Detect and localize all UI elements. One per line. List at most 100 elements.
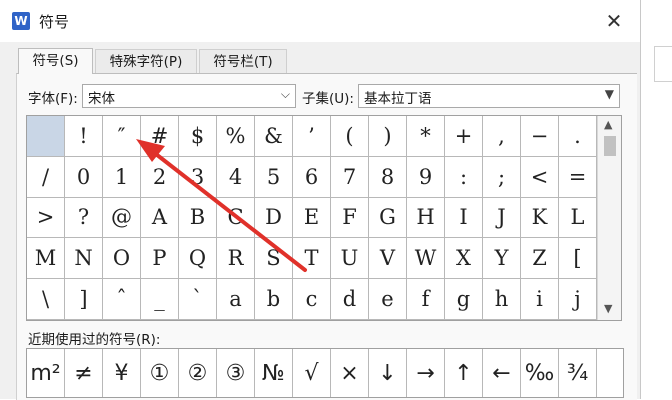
symbol-cell[interactable]: H bbox=[407, 197, 445, 239]
symbol-cell[interactable]: S bbox=[255, 238, 293, 280]
symbol-cell[interactable]: ! bbox=[65, 116, 103, 157]
subset-select[interactable]: 基本拉丁语 ▼ bbox=[358, 84, 620, 108]
symbol-cell[interactable]: 0 bbox=[65, 156, 103, 198]
symbol-cell[interactable]: O bbox=[103, 238, 141, 280]
symbol-cell[interactable]: : bbox=[445, 156, 483, 198]
recent-symbol-cell[interactable]: ‰ bbox=[521, 349, 559, 397]
symbol-cell[interactable]: b bbox=[255, 279, 293, 320]
symbol-cell[interactable]: W bbox=[407, 238, 445, 280]
scroll-down-icon[interactable]: ▼ bbox=[604, 302, 612, 315]
symbol-cell[interactable]: # bbox=[141, 116, 179, 157]
symbol-cell[interactable]: U bbox=[331, 238, 369, 280]
symbol-cell[interactable]: R bbox=[217, 238, 255, 280]
recent-symbol-cell[interactable]: ② bbox=[179, 349, 217, 397]
symbol-cell[interactable]: L bbox=[559, 197, 597, 239]
symbol-cell[interactable]: ` bbox=[179, 279, 217, 320]
recent-symbol-cell[interactable]: √ bbox=[293, 349, 331, 397]
symbol-cell[interactable]: Y bbox=[483, 238, 521, 280]
symbol-cell[interactable]: 4 bbox=[217, 156, 255, 198]
symbol-cell[interactable]: T bbox=[293, 238, 331, 280]
symbol-cell[interactable]: _ bbox=[141, 279, 179, 320]
symbol-cell[interactable]: K bbox=[521, 197, 559, 239]
symbol-grid-scrollbar[interactable]: ▲ ▼ bbox=[597, 116, 621, 320]
symbol-cell[interactable]: \ bbox=[27, 279, 65, 320]
symbol-cell[interactable]: D bbox=[255, 197, 293, 239]
recent-symbol-cell[interactable]: ↑ bbox=[445, 349, 483, 397]
tab-special-characters[interactable]: 特殊字符(P) bbox=[95, 49, 197, 73]
tab-symbols[interactable]: 符号(S) bbox=[18, 48, 93, 74]
symbol-cell[interactable]: 5 bbox=[255, 156, 293, 198]
symbol-cell[interactable]: ″ bbox=[103, 116, 141, 157]
symbol-cell[interactable]: ; bbox=[483, 156, 521, 198]
symbol-cell[interactable]: C bbox=[217, 197, 255, 239]
recent-symbol-cell[interactable]: → bbox=[407, 349, 445, 397]
recent-symbol-cell[interactable]: ≠ bbox=[65, 349, 103, 397]
symbol-cell[interactable]: 3 bbox=[179, 156, 217, 198]
symbol-cell[interactable]: B bbox=[179, 197, 217, 239]
symbol-cell[interactable]: 9 bbox=[407, 156, 445, 198]
scroll-up-icon[interactable]: ▲ bbox=[604, 118, 612, 131]
tab-symbol-bar[interactable]: 符号栏(T) bbox=[199, 49, 287, 73]
symbol-cell[interactable]: + bbox=[445, 116, 483, 157]
symbol-cell[interactable]: X bbox=[445, 238, 483, 280]
symbol-cell[interactable]: A bbox=[141, 197, 179, 239]
recent-symbol-cell[interactable]: ① bbox=[141, 349, 179, 397]
symbol-cell[interactable]: $ bbox=[179, 116, 217, 157]
symbol-cell[interactable]: I bbox=[445, 197, 483, 239]
symbol-cell[interactable]: V bbox=[369, 238, 407, 280]
symbol-cell[interactable]: ( bbox=[331, 116, 369, 157]
symbol-cell[interactable]: F bbox=[331, 197, 369, 239]
recent-symbol-cell[interactable]: m² bbox=[27, 349, 65, 397]
symbol-cell[interactable]: j bbox=[559, 279, 597, 320]
symbol-cell[interactable]: * bbox=[407, 116, 445, 157]
recent-symbol-cell[interactable]: ← bbox=[483, 349, 521, 397]
symbol-cell[interactable]: N bbox=[65, 238, 103, 280]
symbol-cell[interactable]: ] bbox=[65, 279, 103, 320]
symbol-cell[interactable]: & bbox=[255, 116, 293, 157]
symbol-cell[interactable]: / bbox=[27, 156, 65, 198]
scrollbar-thumb[interactable] bbox=[604, 136, 616, 156]
symbol-cell[interactable]: > bbox=[27, 197, 65, 239]
symbol-cell[interactable]: ’ bbox=[293, 116, 331, 157]
close-icon[interactable]: ✕ bbox=[597, 8, 631, 34]
symbol-cell[interactable]: E bbox=[293, 197, 331, 239]
recent-symbol-cell[interactable]: × bbox=[331, 349, 369, 397]
symbol-cell[interactable] bbox=[27, 116, 65, 157]
recent-symbol-cell[interactable]: ③ bbox=[217, 349, 255, 397]
symbol-cell[interactable]: Q bbox=[179, 238, 217, 280]
symbol-cell[interactable]: @ bbox=[103, 197, 141, 239]
symbol-cell[interactable]: d bbox=[331, 279, 369, 320]
symbol-cell[interactable]: G bbox=[369, 197, 407, 239]
symbol-cell[interactable]: % bbox=[217, 116, 255, 157]
symbol-cell[interactable]: i bbox=[521, 279, 559, 320]
recent-symbol-cell[interactable]: ↓ bbox=[369, 349, 407, 397]
symbol-cell[interactable]: g bbox=[445, 279, 483, 320]
symbol-cell[interactable]: e bbox=[369, 279, 407, 320]
symbol-cell[interactable]: c bbox=[293, 279, 331, 320]
symbol-cell[interactable]: [ bbox=[559, 238, 597, 280]
symbol-cell[interactable]: < bbox=[521, 156, 559, 198]
symbol-cell[interactable]: P bbox=[141, 238, 179, 280]
symbol-cell[interactable]: = bbox=[559, 156, 597, 198]
symbol-cell[interactable]: 6 bbox=[293, 156, 331, 198]
symbol-cell[interactable]: − bbox=[521, 116, 559, 157]
symbol-cell[interactable]: f bbox=[407, 279, 445, 320]
symbol-cell[interactable]: ˆ bbox=[103, 279, 141, 320]
recent-symbol-cell[interactable]: № bbox=[255, 349, 293, 397]
recent-symbol-cell[interactable]: ¥ bbox=[103, 349, 141, 397]
symbol-cell[interactable]: ? bbox=[65, 197, 103, 239]
symbol-cell[interactable]: h bbox=[483, 279, 521, 320]
symbol-cell[interactable]: Z bbox=[521, 238, 559, 280]
symbol-cell[interactable]: 1 bbox=[103, 156, 141, 198]
symbol-cell[interactable]: a bbox=[217, 279, 255, 320]
symbol-cell[interactable]: . bbox=[559, 116, 597, 157]
symbol-cell[interactable]: 8 bbox=[369, 156, 407, 198]
symbol-cell[interactable]: , bbox=[483, 116, 521, 157]
symbol-cell[interactable]: 2 bbox=[141, 156, 179, 198]
font-select[interactable]: 宋体 ⌵ bbox=[82, 84, 296, 108]
symbol-cell[interactable]: 7 bbox=[331, 156, 369, 198]
symbol-cell[interactable]: M bbox=[27, 238, 65, 280]
symbol-cell[interactable]: ) bbox=[369, 116, 407, 157]
recent-symbol-cell[interactable]: ¾ bbox=[559, 349, 597, 397]
symbol-cell[interactable]: J bbox=[483, 197, 521, 239]
